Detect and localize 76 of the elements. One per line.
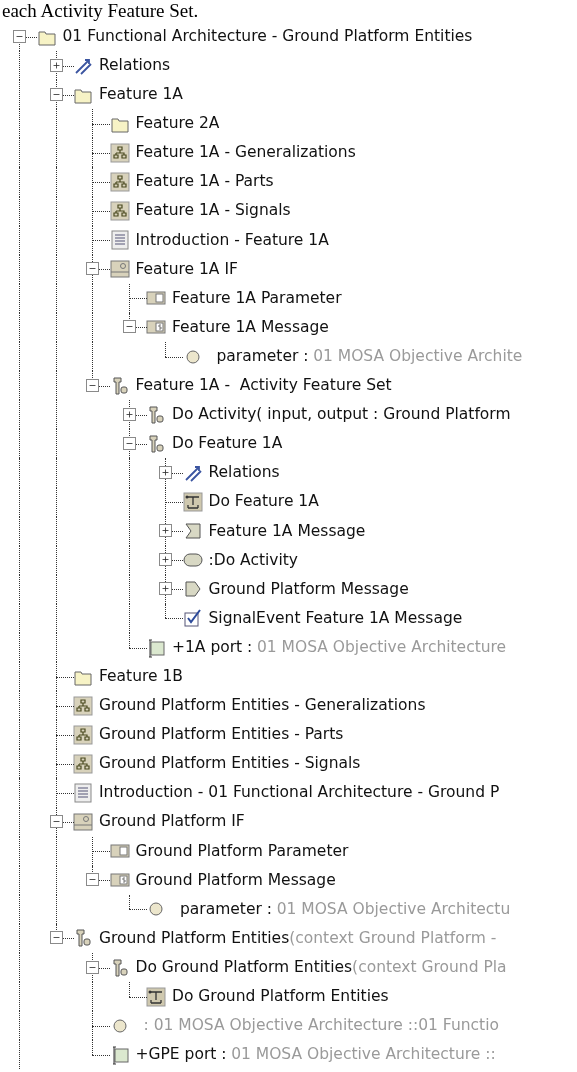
tree-item-label[interactable]: Ground Platform Entities - Parts — [99, 723, 344, 747]
collapse-toggle[interactable] — [49, 931, 63, 945]
tree-item-label[interactable]: Do Ground Platform Entities — [172, 985, 389, 1009]
expand-toggle[interactable] — [49, 58, 63, 72]
tree-item-label[interactable]: Feature 1B — [99, 665, 183, 689]
tree-item-label[interactable]: Ground Platform Message — [135, 868, 336, 892]
type-detail-text: (context Ground Platform - — [289, 927, 497, 949]
collapse-toggle[interactable] — [122, 320, 136, 334]
type-detail-text: 01 MOSA Objective Archite — [313, 345, 523, 367]
tree-item-label[interactable]: 01 Functional Architecture - Ground Platform Entities — [62, 24, 473, 49]
hierarchy-diagram-icon — [109, 201, 130, 222]
send-signal-icon — [182, 579, 203, 600]
port-icon — [146, 637, 166, 658]
activity-icon — [146, 404, 166, 425]
expand-toggle[interactable] — [159, 524, 172, 538]
hierarchy-diagram-icon — [73, 724, 93, 745]
tree-item-label[interactable]: Introduction - 01 Functional Architecture - Ground P — [99, 781, 500, 805]
collapse-toggle[interactable] — [86, 873, 99, 887]
tree-item-label[interactable]: Ground Platform Entities — [99, 926, 290, 951]
tree-item-label[interactable]: Do Feature 1A — [172, 432, 283, 456]
tree-item-label[interactable]: Do Feature 1A — [208, 490, 319, 514]
type-detail-text: 01 MOSA Objective Architecture :: — [231, 1044, 496, 1066]
tree-item-label[interactable]: Feature 2A — [135, 112, 220, 136]
tree-item-label[interactable]: Ground Platform Entities - Generalizations — [99, 694, 426, 718]
hierarchy-diagram-icon — [73, 695, 93, 716]
tree-item-label[interactable]: parameter : — [180, 897, 272, 921]
checkbox-icon — [182, 608, 203, 629]
tree-item-label[interactable]: +1A port : — [172, 635, 253, 660]
tree-item-label[interactable]: Feature 1A Parameter — [172, 286, 342, 310]
collapse-toggle[interactable] — [49, 815, 63, 829]
tree-item-label[interactable]: Ground Platform Parameter — [135, 839, 349, 863]
type-detail-text: 01 MOSA Objective Architectu — [276, 898, 511, 920]
interface-icon — [109, 259, 130, 280]
activity-icon — [73, 928, 93, 949]
tree-item-label[interactable]: +GPE port : — [135, 1043, 227, 1067]
interface-icon — [73, 812, 93, 833]
caption-text: each Activity Feature Set. — [1, 0, 199, 22]
tree-item-label[interactable]: Feature 1A - Activity Feature Set — [135, 374, 392, 398]
tree-item-label[interactable]: Feature 1A - Parts — [135, 170, 274, 194]
tree-item-label[interactable]: Feature 1A IF — [135, 257, 238, 281]
document-icon — [109, 230, 130, 251]
collapse-toggle[interactable] — [13, 29, 26, 43]
tree-item-label[interactable]: parameter : — [216, 344, 309, 369]
document-icon — [73, 783, 93, 803]
expand-toggle[interactable] — [122, 407, 136, 421]
expand-toggle[interactable] — [159, 553, 172, 567]
tree-item-label[interactable]: Feature 1A Message — [208, 519, 366, 543]
tree-item-label[interactable]: Ground Platform Entities - Signals — [99, 752, 361, 776]
tree-item-label[interactable]: :Do Activity — [208, 548, 299, 572]
tree-item-label[interactable]: Do Activity( input, output : Ground Platform — [172, 403, 511, 427]
tree-item-label[interactable]: Relations — [208, 461, 280, 485]
expand-toggle[interactable] — [159, 465, 172, 479]
collapse-toggle[interactable] — [122, 436, 136, 450]
hierarchy-diagram-icon — [73, 753, 93, 774]
accept-event-icon — [182, 521, 203, 542]
collapse-toggle[interactable] — [49, 87, 63, 101]
type-detail-text: 01 MOSA Objective Architecture — [256, 636, 507, 658]
collapse-toggle[interactable] — [86, 378, 99, 392]
tree-item-label[interactable]: Feature 1A - Generalizations — [135, 141, 356, 165]
tree-item-label[interactable]: Ground Platform Message — [208, 577, 409, 601]
expand-toggle[interactable] — [159, 582, 172, 596]
tree-item-label[interactable]: SignalEvent Feature 1A Message — [208, 606, 463, 631]
collapse-toggle[interactable] — [86, 960, 99, 974]
hierarchy-diagram-icon — [109, 142, 130, 163]
tree-item-label[interactable]: Feature 1A — [99, 83, 183, 107]
collapse-toggle[interactable] — [86, 262, 99, 276]
tree-item-label[interactable]: Do Ground Platform Entities — [135, 955, 353, 980]
type-detail-text: (context Ground Pla — [352, 956, 507, 978]
tree-item-label[interactable]: Introduction - Feature 1A — [135, 228, 329, 252]
activity-icon — [146, 433, 166, 454]
hierarchy-diagram-icon — [109, 172, 130, 192]
type-detail-text: : 01 MOSA Objective Architecture ::01 Functio — [143, 1015, 499, 1037]
tree-item-label[interactable]: Feature 1A - Signals — [135, 199, 291, 223]
tree-item-label[interactable]: Feature 1A Message — [172, 315, 329, 340]
tree-item-label[interactable]: Relations — [99, 54, 171, 78]
tree-item-label[interactable]: Ground Platform IF — [99, 810, 245, 834]
